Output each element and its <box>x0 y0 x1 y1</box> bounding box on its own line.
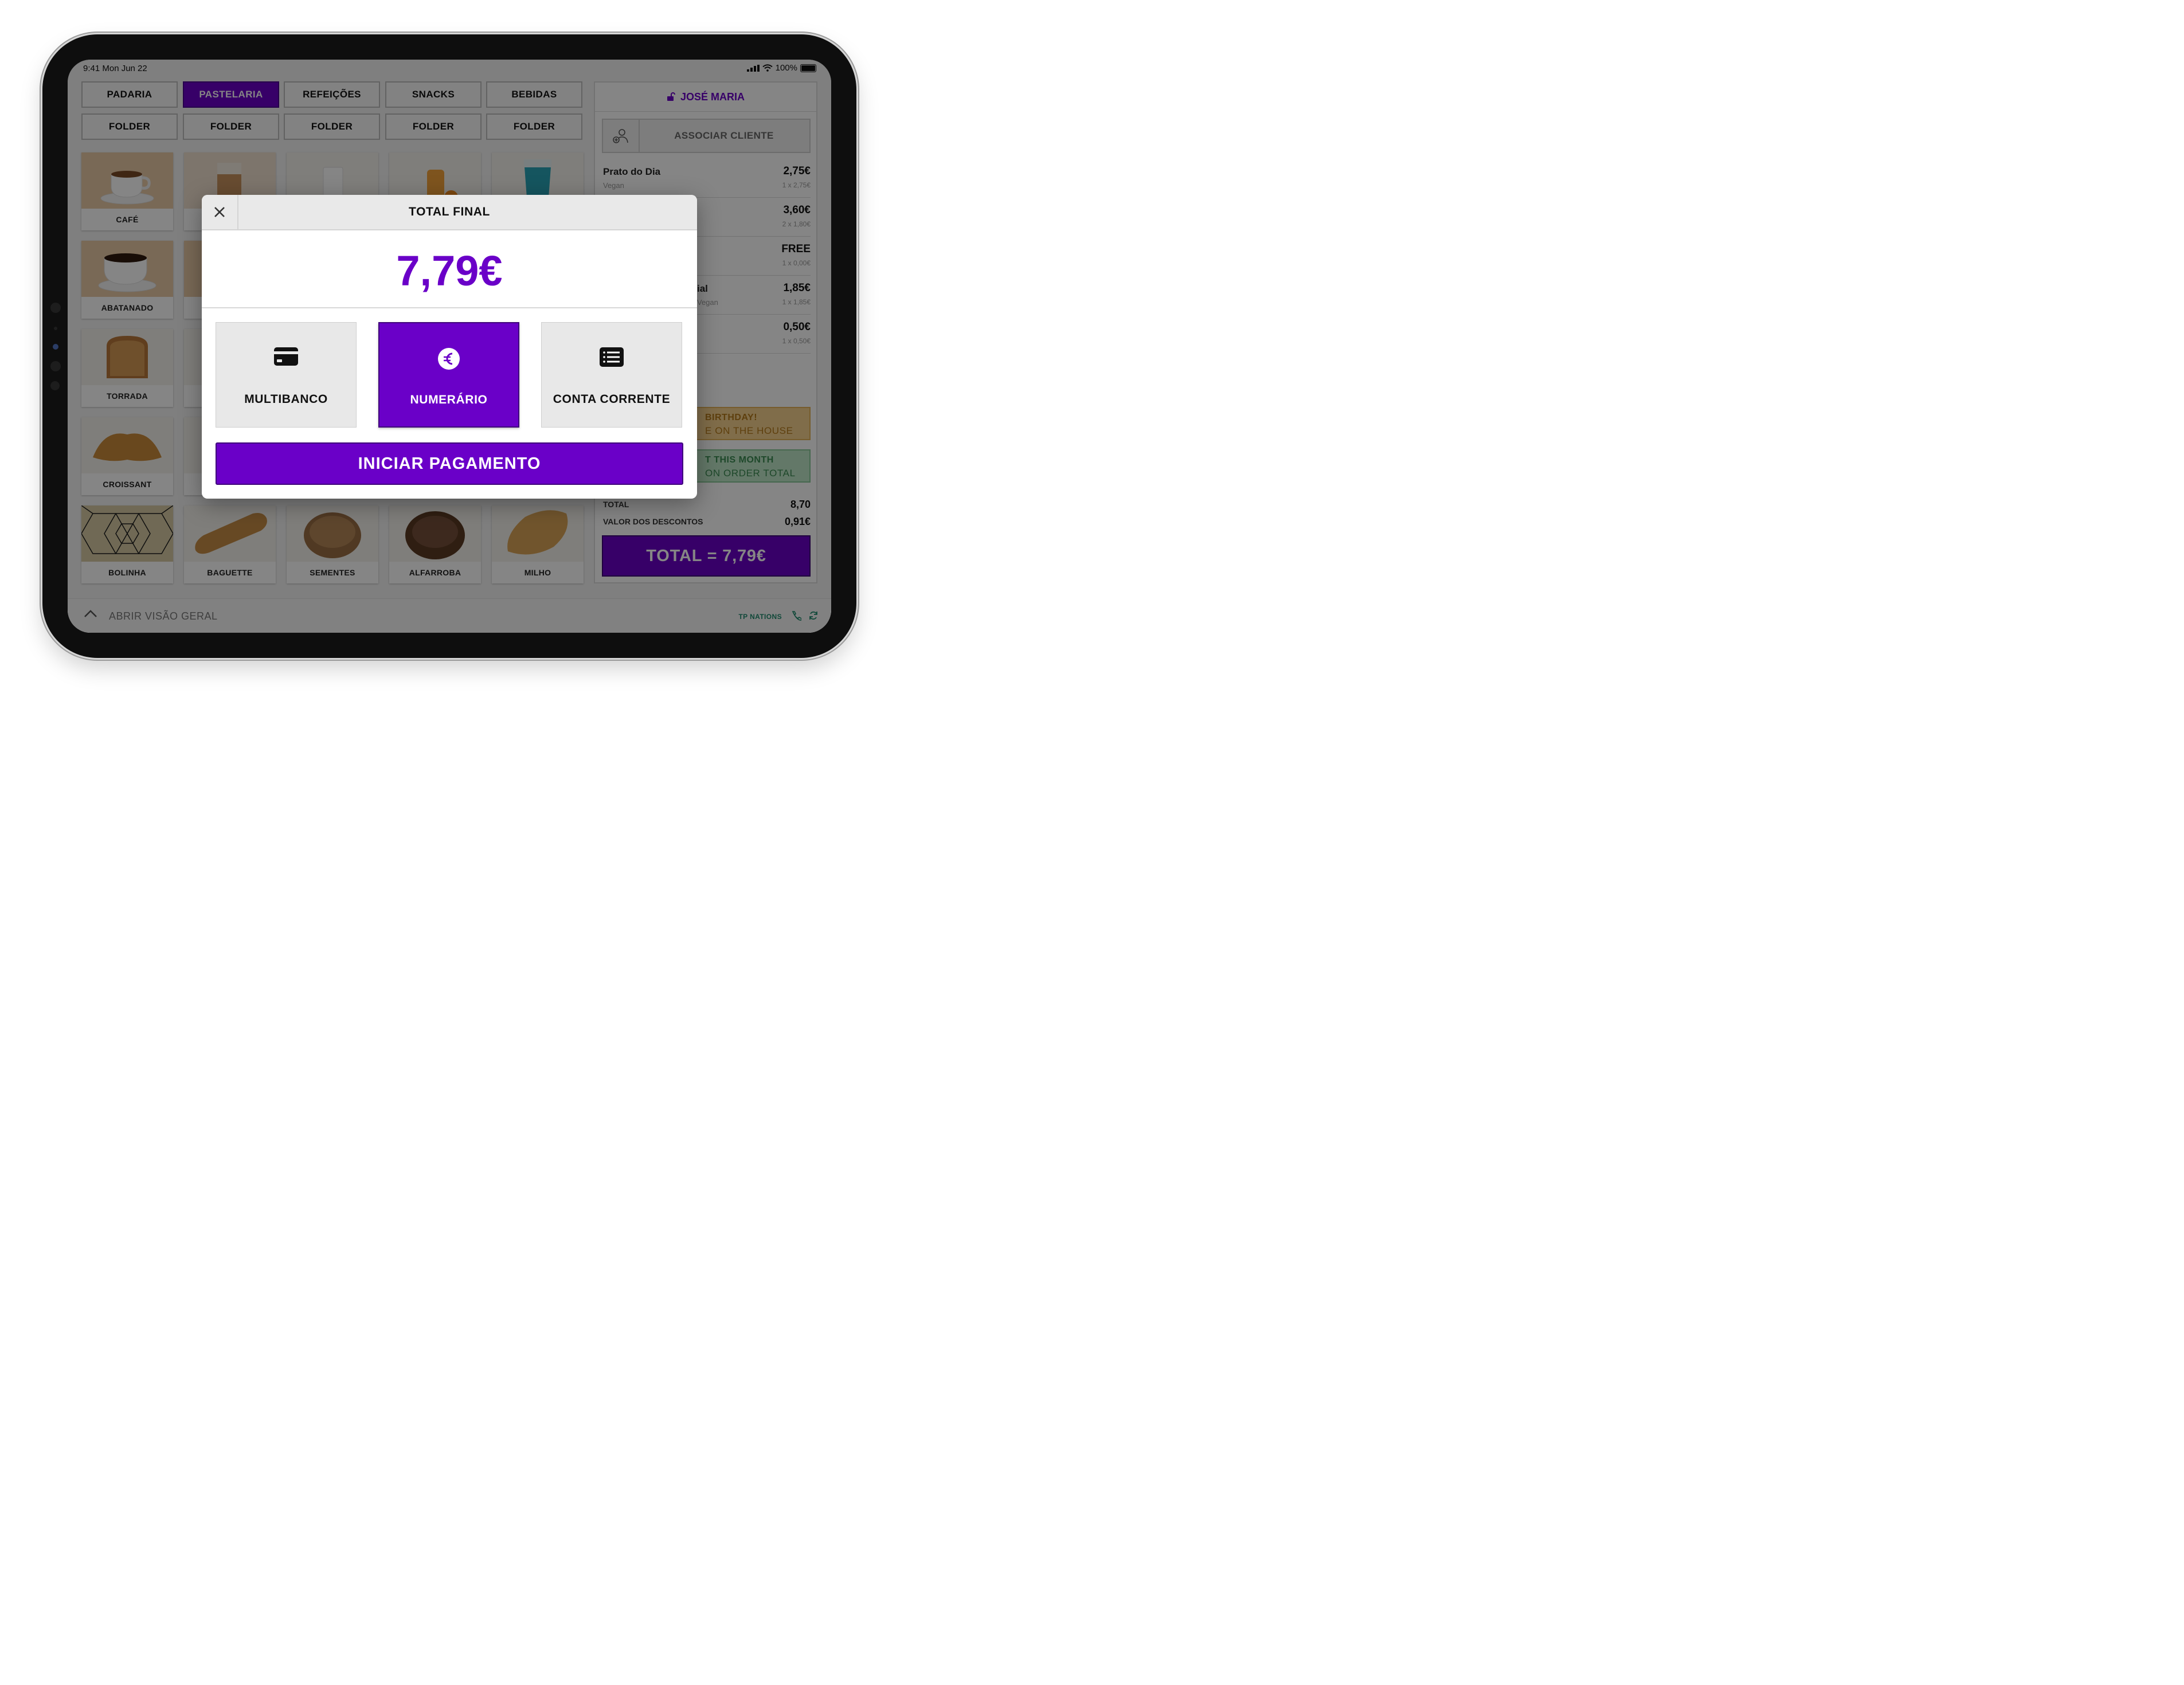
total-final-dialog: TOTAL FINAL 7,79€ MULTIBANCO NUMERÁRIO C… <box>202 195 697 499</box>
close-icon <box>214 207 225 217</box>
credit-card-icon <box>274 347 298 366</box>
payment-method-numerario[interactable]: NUMERÁRIO <box>378 322 519 428</box>
payment-method-label: NUMERÁRIO <box>410 393 488 406</box>
camera-lens <box>53 344 58 350</box>
payment-method-label: MULTIBANCO <box>244 393 328 406</box>
list-document-icon <box>600 347 624 367</box>
euro-coin-icon <box>438 348 460 370</box>
dialog-title: TOTAL FINAL <box>409 205 490 218</box>
payment-method-conta-corrente[interactable]: CONTA CORRENTE <box>541 322 682 428</box>
side-button <box>50 303 61 313</box>
divider <box>202 307 697 308</box>
final-amount: 7,79€ <box>396 246 503 295</box>
payment-method-multibanco[interactable]: MULTIBANCO <box>216 322 357 428</box>
start-payment-button[interactable]: INICIAR PAGAMENTO <box>216 442 683 485</box>
dialog-header: TOTAL FINAL <box>202 195 697 230</box>
sensor-dot <box>54 327 57 330</box>
side-button <box>50 361 61 371</box>
close-button[interactable] <box>202 195 238 229</box>
side-button <box>50 381 60 390</box>
payment-method-label: CONTA CORRENTE <box>553 393 671 406</box>
